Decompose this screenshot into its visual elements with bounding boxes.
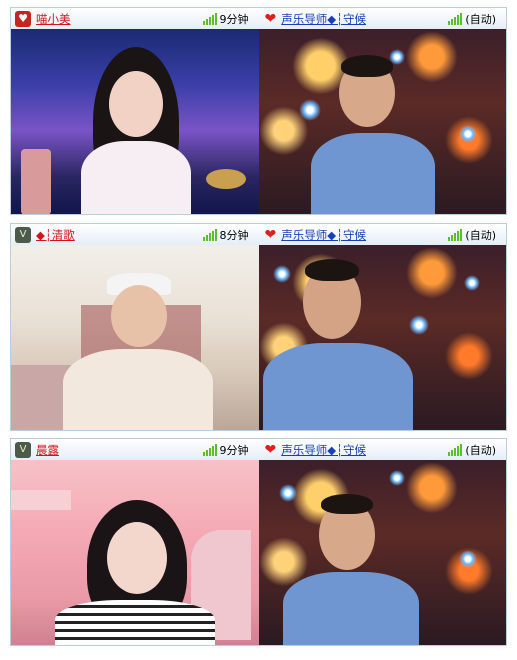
mic-status: (自动) — [448, 224, 496, 246]
left-username[interactable]: 晨露 — [36, 442, 59, 458]
status-text: (自动) — [465, 444, 496, 457]
online-duration: 9分钟 — [202, 439, 249, 461]
stage-light — [388, 470, 405, 486]
heart-icon: ❤ — [264, 226, 277, 243]
hair — [320, 494, 373, 514]
panel-header: ♥ 喵小美 9分钟 ❤ 声乐导师◆┆守候 (自动) — [10, 7, 507, 29]
striped-shirt — [55, 600, 215, 645]
duration-text: 9分钟 — [219, 444, 249, 457]
right-user-bar: ❤ 声乐导师◆┆守候 (自动) — [259, 224, 507, 245]
right-username[interactable]: 声乐导师◆┆守候 — [281, 442, 366, 458]
stage-light — [278, 484, 297, 502]
shirt — [310, 133, 435, 214]
hair — [340, 55, 393, 77]
face — [111, 285, 167, 347]
online-duration: 9分钟 — [202, 8, 249, 30]
duration-text: 9分钟 — [219, 13, 249, 26]
stage-light — [272, 265, 291, 283]
left-user-bar: ♥ 喵小美 9分钟 — [11, 8, 259, 29]
left-username[interactable]: 喵小美 — [36, 11, 71, 27]
status-text: (自动) — [465, 13, 496, 26]
stage-light — [458, 550, 477, 568]
wings-icon: V — [15, 441, 31, 458]
wings-icon: V — [15, 226, 31, 243]
shirt — [282, 572, 419, 645]
signal-icon — [202, 229, 217, 241]
duration-text: 8分钟 — [219, 229, 249, 242]
shirt — [63, 349, 213, 430]
signal-icon — [202, 444, 217, 456]
stage-light — [458, 125, 477, 143]
left-video[interactable] — [11, 29, 259, 214]
cake-decoration — [21, 149, 51, 214]
face — [107, 522, 167, 594]
video-row — [10, 29, 507, 215]
signal-icon — [448, 13, 463, 25]
panel-header: V ◆┆清歌 8分钟 ❤ 声乐导师◆┆守候 (自动) — [10, 223, 507, 245]
shirt — [81, 141, 191, 214]
video-row — [10, 245, 507, 431]
mic-status: (自动) — [448, 8, 496, 30]
right-username[interactable]: 声乐导师◆┆守候 — [281, 227, 366, 243]
stage-light — [463, 275, 480, 291]
online-duration: 8分钟 — [202, 224, 249, 246]
candle-decoration — [206, 169, 246, 189]
signal-icon — [448, 444, 463, 456]
signal-icon — [448, 229, 463, 241]
stage-light — [408, 315, 429, 335]
left-username[interactable]: ◆┆清歌 — [36, 227, 75, 243]
right-user-bar: ❤ 声乐导师◆┆守候 (自动) — [259, 439, 507, 460]
left-user-bar: V ◆┆清歌 8分钟 — [11, 224, 259, 245]
shelf — [11, 490, 71, 510]
left-user-bar: V 晨露 9分钟 — [11, 439, 259, 460]
mic-panel-1: ♥ 喵小美 9分钟 ❤ 声乐导师◆┆守候 (自动) — [10, 7, 507, 215]
right-video[interactable] — [258, 29, 506, 214]
shirt — [262, 343, 413, 430]
signal-icon — [202, 13, 217, 25]
left-video[interactable] — [11, 460, 259, 645]
hair — [304, 259, 359, 281]
mic-panel-3: V 晨露 9分钟 ❤ 声乐导师◆┆守候 (自动) — [10, 438, 507, 646]
stage-light — [298, 99, 321, 121]
right-user-bar: ❤ 声乐导师◆┆守候 (自动) — [259, 8, 507, 29]
panel-header: V 晨露 9分钟 ❤ 声乐导师◆┆守候 (自动) — [10, 438, 507, 460]
mic-panel-2: V ◆┆清歌 8分钟 ❤ 声乐导师◆┆守候 (自动) — [10, 223, 507, 431]
heart-icon: ♥ — [15, 10, 31, 27]
video-row — [10, 460, 507, 646]
face — [109, 71, 163, 137]
heart-icon: ❤ — [264, 10, 277, 27]
status-text: (自动) — [465, 229, 496, 242]
sofa — [11, 365, 71, 430]
right-username[interactable]: 声乐导师◆┆守候 — [281, 11, 366, 27]
right-video[interactable] — [258, 245, 506, 430]
mic-status: (自动) — [448, 439, 496, 461]
left-video[interactable] — [11, 245, 259, 430]
right-video[interactable] — [258, 460, 506, 645]
heart-icon: ❤ — [264, 441, 277, 458]
